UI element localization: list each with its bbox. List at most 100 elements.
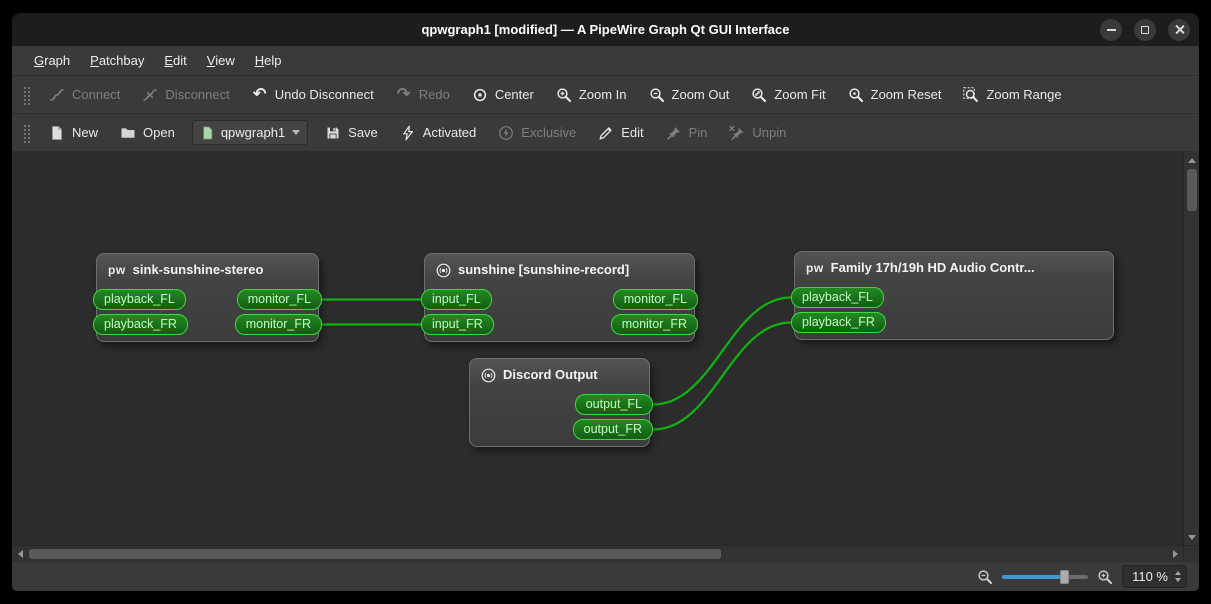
port-monitor-fl[interactable]: monitor_FL bbox=[612, 289, 698, 310]
arrow-down-icon bbox=[1188, 534, 1196, 540]
menu-help[interactable]: Help bbox=[245, 48, 292, 73]
port-list: playback_FL playback_FR monitor_FL monit… bbox=[93, 289, 322, 335]
node-family-hd-audio[interactable]: pw Family 17h/19h HD Audio Contr... play… bbox=[791, 251, 1114, 340]
pin-button[interactable]: Pin bbox=[655, 119, 719, 147]
unpin-button[interactable]: Unpin bbox=[718, 119, 797, 147]
spin-up-icon[interactable] bbox=[1175, 571, 1181, 575]
toolbar-grip[interactable] bbox=[22, 84, 30, 105]
close-icon bbox=[1174, 24, 1185, 35]
spin-arrows bbox=[1175, 571, 1181, 582]
port-monitor-fl[interactable]: monitor_FL bbox=[236, 289, 322, 310]
node-sink-sunshine-stereo[interactable]: pw sink-sunshine-stereo playback_FL play… bbox=[93, 253, 322, 342]
zoom-range-button[interactable]: Zoom Range bbox=[952, 81, 1072, 109]
node-title: Discord Output bbox=[503, 367, 598, 382]
zoom-reset-button[interactable]: Zoom Reset bbox=[837, 81, 953, 109]
zoom-range-icon bbox=[963, 86, 979, 103]
edit-patchbay-toggle[interactable]: Edit bbox=[587, 119, 654, 147]
minimize-button[interactable] bbox=[1100, 18, 1122, 41]
port-monitor-fr[interactable]: monitor_FR bbox=[234, 314, 322, 335]
scroll-down-button[interactable] bbox=[1184, 529, 1199, 545]
port-playback-fr[interactable]: playback_FR bbox=[791, 312, 886, 333]
patchbay-toolbar: New Open qpwgraph1 Save Activated Exclus… bbox=[12, 114, 1199, 152]
center-button[interactable]: Center bbox=[461, 81, 545, 109]
node-discord-output[interactable]: Discord Output output_FL output_FR bbox=[469, 358, 653, 447]
exclusive-toggle[interactable]: Exclusive bbox=[487, 119, 587, 147]
redo-label: Redo bbox=[418, 87, 450, 102]
arrow-up-icon bbox=[1188, 157, 1196, 163]
pipewire-icon: pw bbox=[806, 261, 824, 275]
undo-disconnect-button[interactable]: ↶ Undo Disconnect bbox=[241, 81, 385, 109]
zoom-slider-handle[interactable] bbox=[1060, 569, 1070, 584]
unpin-icon bbox=[729, 125, 745, 141]
port-playback-fr[interactable]: playback_FR bbox=[93, 314, 188, 335]
zoom-out-icon[interactable] bbox=[977, 569, 993, 585]
zoom-reset-label: Zoom Reset bbox=[870, 87, 942, 102]
titlebar[interactable]: qpwgraph1 [modified] — A PipeWire Graph … bbox=[12, 13, 1199, 46]
activated-toggle[interactable]: Activated bbox=[389, 119, 487, 147]
port-output-fl[interactable]: output_FL bbox=[574, 394, 653, 415]
node-sunshine-record[interactable]: sunshine [sunshine-record] input_FL inpu… bbox=[421, 253, 698, 342]
open-folder-icon bbox=[120, 125, 136, 141]
connect-button[interactable]: Connect bbox=[38, 81, 131, 109]
open-patchbay-button[interactable]: Open bbox=[109, 119, 186, 147]
zoom-out-icon bbox=[649, 87, 665, 103]
zoom-spinbox[interactable]: 110 % bbox=[1122, 565, 1187, 588]
zoom-in-icon bbox=[556, 87, 572, 103]
statusbar: 110 % bbox=[12, 561, 1199, 591]
graph-view: pw sink-sunshine-stereo playback_FL play… bbox=[12, 152, 1199, 561]
maximize-icon bbox=[1141, 25, 1149, 34]
port-input-fr[interactable]: input_FR bbox=[421, 314, 494, 335]
port-list: output_FL output_FR bbox=[470, 394, 653, 440]
port-list: playback_FL playback_FR bbox=[791, 287, 1113, 333]
disconnect-icon bbox=[142, 87, 158, 103]
menu-patchbay[interactable]: Patchbay bbox=[80, 48, 154, 73]
port-playback-fl[interactable]: playback_FL bbox=[791, 287, 884, 308]
patchbay-file-icon bbox=[201, 125, 214, 141]
redo-button[interactable]: ↷ Redo bbox=[385, 81, 461, 109]
pin-icon bbox=[666, 125, 682, 141]
vertical-scrollbar[interactable] bbox=[1183, 152, 1199, 545]
vertical-scroll-handle[interactable] bbox=[1187, 169, 1197, 211]
graph-canvas[interactable]: pw sink-sunshine-stereo playback_FL play… bbox=[12, 152, 1183, 545]
exclusive-label: Exclusive bbox=[521, 125, 577, 140]
menu-graph[interactable]: Graph bbox=[24, 48, 80, 73]
zoom-fit-label: Zoom Fit bbox=[774, 87, 826, 102]
scroll-right-button[interactable] bbox=[1167, 546, 1183, 562]
horizontal-scroll-handle[interactable] bbox=[29, 549, 721, 559]
port-playback-fl[interactable]: playback_FL bbox=[93, 289, 186, 310]
maximize-button[interactable] bbox=[1134, 18, 1156, 41]
unpin-label: Unpin bbox=[752, 125, 787, 140]
save-patchbay-button[interactable]: Save bbox=[314, 119, 389, 147]
new-patchbay-button[interactable]: New bbox=[38, 119, 109, 147]
undo-icon: ↶ bbox=[253, 85, 267, 103]
zoom-reset-icon bbox=[848, 87, 864, 103]
node-title: Family 17h/19h HD Audio Contr... bbox=[830, 260, 1035, 275]
save-icon bbox=[325, 125, 341, 141]
arrow-left-icon bbox=[17, 550, 23, 558]
close-button[interactable] bbox=[1168, 18, 1190, 41]
port-output-fr[interactable]: output_FR bbox=[572, 419, 653, 440]
scroll-up-button[interactable] bbox=[1184, 152, 1199, 168]
redo-icon: ↷ bbox=[397, 85, 411, 103]
scroll-left-button[interactable] bbox=[12, 546, 28, 562]
zoom-fit-icon bbox=[751, 87, 767, 103]
port-input-fl[interactable]: input_FL bbox=[421, 289, 492, 310]
zoom-fit-button[interactable]: Zoom Fit bbox=[740, 81, 836, 109]
horizontal-scrollbar[interactable] bbox=[12, 545, 1183, 561]
qpwgraph-window: qpwgraph1 [modified] — A PipeWire Graph … bbox=[12, 13, 1199, 591]
menu-view[interactable]: View bbox=[197, 48, 245, 73]
port-monitor-fr[interactable]: monitor_FR bbox=[610, 314, 698, 335]
patchbay-select[interactable]: qpwgraph1 bbox=[191, 120, 309, 145]
zoom-slider-track bbox=[1002, 574, 1089, 579]
zoom-slider-fill bbox=[1002, 574, 1063, 579]
zoom-in-label: Zoom In bbox=[578, 87, 627, 102]
new-label: New bbox=[72, 125, 99, 140]
spin-down-icon[interactable] bbox=[1175, 578, 1181, 582]
zoom-in-button[interactable]: Zoom In bbox=[545, 81, 638, 109]
toolbar-grip[interactable] bbox=[22, 122, 30, 143]
zoom-in-icon[interactable] bbox=[1097, 569, 1113, 585]
zoom-out-button[interactable]: Zoom Out bbox=[638, 81, 741, 109]
disconnect-button[interactable]: Disconnect bbox=[131, 81, 240, 109]
menu-edit[interactable]: Edit bbox=[154, 48, 196, 73]
zoom-slider[interactable] bbox=[1002, 569, 1089, 585]
